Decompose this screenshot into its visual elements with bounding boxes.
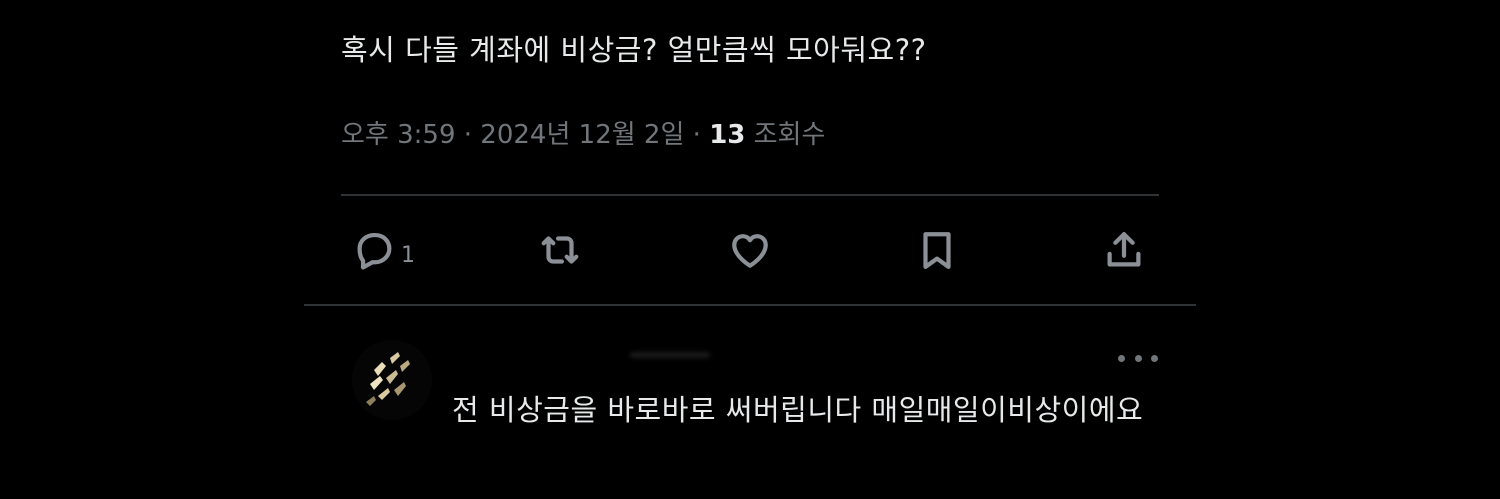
reply-icon — [357, 232, 392, 270]
more-dots-icon — [1118, 354, 1125, 362]
reply-count: 1 — [401, 242, 415, 268]
share-button[interactable] — [1101, 220, 1147, 280]
more-dots-icon — [1134, 354, 1142, 362]
tweet-date[interactable]: 2024년 12월 2일 — [480, 120, 684, 150]
bookmark-button[interactable] — [914, 220, 960, 280]
divider — [304, 304, 1196, 306]
meta-separator: · — [455, 120, 481, 150]
like-button[interactable] — [727, 220, 773, 280]
avatar-image — [352, 340, 432, 420]
tweet-text: 혹시 다들 계좌에 비상금? 얼만큼씩 모아둬요?? — [341, 33, 927, 67]
tweet-detail-page: 혹시 다들 계좌에 비상금? 얼만큼씩 모아둬요?? 오후 3:59 · 202… — [0, 0, 1500, 499]
reply-author-name[interactable] — [630, 352, 710, 358]
reply-text: 전 비상금을 바로바로 써버립니다 매일매일이비상이에요 — [452, 393, 1144, 427]
action-bar: 1 — [341, 220, 1159, 280]
reply-button[interactable]: 1 — [351, 220, 415, 280]
more-dots-icon — [1151, 354, 1158, 362]
more-options-button[interactable] — [1118, 344, 1158, 372]
heart-icon — [732, 234, 768, 268]
retweet-button[interactable] — [537, 220, 583, 280]
retweet-icon — [541, 236, 579, 264]
meta-separator: · — [684, 120, 710, 150]
views-count[interactable]: 13 — [709, 120, 745, 150]
share-icon — [1107, 232, 1141, 267]
bookmark-icon — [923, 232, 951, 269]
tweet-time[interactable]: 오후 3:59 — [341, 120, 456, 150]
views-label[interactable]: 조회수 — [745, 120, 826, 150]
avatar[interactable] — [352, 340, 432, 420]
tweet-meta: 오후 3:59 · 2024년 12월 2일 · 13 조회수 — [341, 115, 825, 155]
divider — [341, 194, 1159, 196]
